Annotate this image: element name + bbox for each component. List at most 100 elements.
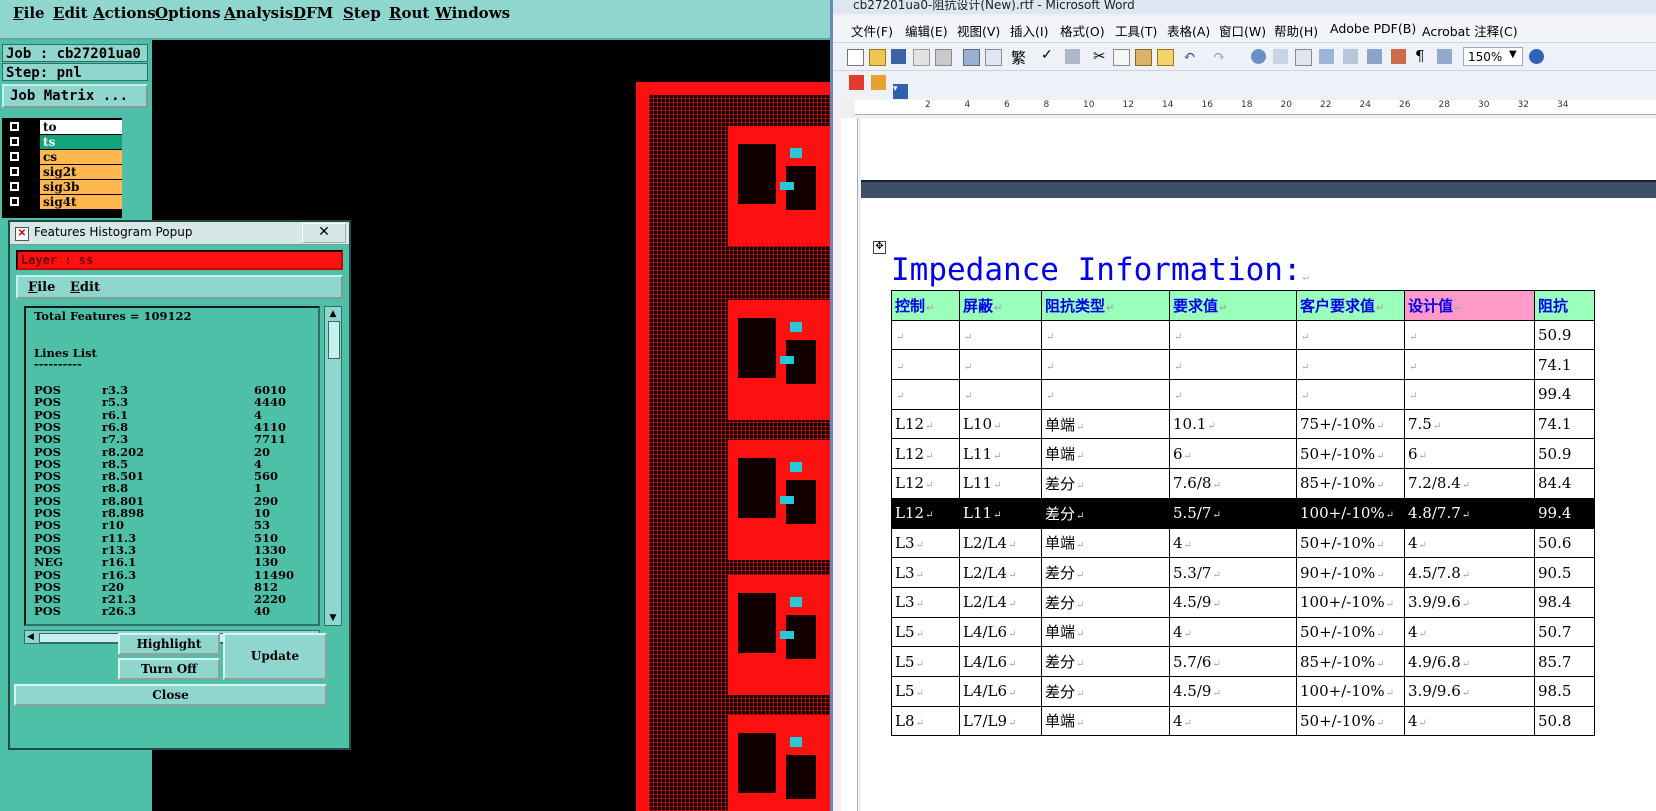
table-cell[interactable]: 50+/-10%↵: [1296, 705, 1405, 737]
scroll-thumb[interactable]: [328, 321, 340, 359]
table-row[interactable]: ↵ ↵ ↵ ↵ ↵ ↵ 50.9: [891, 319, 1595, 351]
turn-off-button[interactable]: Turn Off: [118, 658, 220, 680]
table-cell[interactable]: ↵: [1041, 379, 1170, 410]
table-cell[interactable]: 4.5/9↵: [1169, 675, 1297, 707]
popup-titlebar[interactable]: ✕ Features Histogram Popup ✕: [10, 222, 349, 245]
tables-borders-icon[interactable]: [1273, 49, 1288, 64]
word-titlebar[interactable]: cb27201ua0-阻抗设计(New).rtf - Microsoft Wor…: [833, 0, 1656, 14]
new-document-icon[interactable]: [847, 49, 864, 66]
table-row[interactable]: L3↵ L2/L4↵ 差分↵ 4.5/9↵ 100+/-10%↵ 3.9/9.6↵ 98.4: [891, 586, 1595, 618]
table-cell[interactable]: ↵: [959, 319, 1042, 351]
table-cell[interactable]: ↵: [1404, 379, 1535, 410]
spelling-icon[interactable]: ✓: [1041, 47, 1059, 63]
save-icon[interactable]: [891, 49, 906, 64]
scroll-up-icon[interactable]: ▲: [327, 309, 339, 319]
word-menu-view[interactable]: 视图(V): [957, 21, 1000, 40]
table-cell[interactable]: 差分↵: [1041, 557, 1170, 588]
table-cell[interactable]: 3.9/9.6↵: [1404, 586, 1535, 618]
update-button[interactable]: Update: [223, 633, 327, 680]
cam-menu-dfm[interactable]: DFM: [293, 4, 333, 22]
table-row[interactable]: L3↵ L2/L4↵ 单端↵ 4↵ 50+/-10%↵ 4↵ 50.6: [891, 527, 1595, 559]
table-row[interactable]: ↵ ↵ ↵ ↵ ↵ ↵ 74.1: [891, 349, 1595, 381]
table-row[interactable]: L12↵ L11↵ 差分↵ 5.5/7↵ 100+/-10%↵ 4.8/7.7↵ 99.4: [891, 497, 1595, 529]
scroll-down-icon[interactable]: ▼: [327, 613, 339, 623]
table-header-cell[interactable]: 设计值↵: [1404, 290, 1535, 321]
table-cell[interactable]: 98.5: [1534, 675, 1595, 707]
histogram-vertical-scrollbar[interactable]: ▲ ▼: [324, 306, 342, 626]
table-cell[interactable]: ↵: [1169, 319, 1297, 351]
table-row[interactable]: L12↵ L10↵ 单端↵ 10.1↵ 75+/-10%↵ 7.5↵ 74.1: [891, 408, 1595, 440]
table-row[interactable]: L3↵ L2/L4↵ 差分↵ 5.3/7↵ 90+/-10%↵ 4.5/7.8↵ 90.5: [891, 557, 1595, 588]
insert-table-icon[interactable]: [1295, 49, 1312, 66]
format-painter-icon[interactable]: [1157, 49, 1174, 66]
table-cell[interactable]: L7/L9↵: [959, 705, 1042, 737]
table-row[interactable]: L12↵ L11↵ 差分↵ 7.6/8↵ 85+/-10%↵ 7.2/8.4↵ 84.4: [891, 468, 1595, 499]
word-menu-insert[interactable]: 插入(I): [1010, 21, 1048, 40]
pdf-email-icon[interactable]: [871, 75, 886, 90]
histogram-row[interactable]: POS r10 53: [34, 519, 270, 531]
email-icon[interactable]: [935, 49, 952, 66]
word-menu-window[interactable]: 窗口(W): [1219, 21, 1266, 40]
table-cell[interactable]: L3↵: [891, 557, 960, 588]
traditional-chinese-icon[interactable]: 繁: [1011, 47, 1029, 67]
histogram-row[interactable]: POS r8.5 4: [34, 458, 262, 470]
table-cell[interactable]: ↵: [891, 319, 960, 351]
redo-icon[interactable]: ↷: [1213, 47, 1228, 65]
insert-excel-icon[interactable]: [1319, 49, 1334, 64]
table-cell[interactable]: 98.4: [1534, 586, 1595, 618]
table-cell[interactable]: ↵: [959, 349, 1042, 381]
table-cell[interactable]: 6↵: [1169, 438, 1297, 470]
histogram-row[interactable]: POS r16.3 11490: [34, 569, 294, 581]
layer-row[interactable]: cs: [2, 150, 122, 165]
histogram-row[interactable]: POS r21.3 2220: [34, 593, 286, 605]
table-row[interactable]: L12↵ L11↵ 单端↵ 6↵ 50+/-10%↵ 6↵ 50.9: [891, 438, 1595, 470]
table-cell[interactable]: L10↵: [959, 408, 1042, 440]
table-header-cell[interactable]: 客户要求值↵: [1296, 290, 1405, 321]
table-cell[interactable]: 单端↵: [1041, 705, 1170, 737]
table-header-cell[interactable]: 控制↵: [891, 290, 960, 321]
table-cell[interactable]: 84.4: [1534, 468, 1595, 499]
table-move-handle-icon[interactable]: ✥: [873, 241, 886, 254]
table-cell[interactable]: ↵: [959, 379, 1042, 410]
table-cell[interactable]: ↵: [1041, 349, 1170, 381]
table-cell[interactable]: 6↵: [1404, 438, 1535, 470]
table-cell[interactable]: L3↵: [891, 527, 960, 559]
table-cell[interactable]: 5.3/7↵: [1169, 557, 1297, 588]
table-cell[interactable]: L11↵: [959, 438, 1042, 470]
layer-row[interactable]: ts: [2, 135, 122, 150]
histogram-row[interactable]: POS r6.8 4110: [34, 421, 286, 433]
permission-icon[interactable]: [913, 49, 930, 66]
reading-icon[interactable]: [1437, 49, 1452, 64]
histogram-row[interactable]: POS r5.3 4440: [34, 396, 286, 408]
histogram-row[interactable]: NEG r16.1 130: [34, 556, 278, 568]
help-icon[interactable]: [1529, 49, 1544, 64]
document-map-icon[interactable]: [1391, 49, 1406, 64]
table-cell[interactable]: ↵: [1169, 379, 1297, 410]
table-cell[interactable]: 4↵: [1169, 616, 1297, 648]
table-cell[interactable]: L5↵: [891, 675, 960, 707]
table-cell[interactable]: 50.9: [1534, 319, 1595, 351]
research-icon[interactable]: [1065, 49, 1080, 64]
word-menu-table[interactable]: 表格(A): [1167, 21, 1210, 40]
histogram-row[interactable]: POS r8.898 10: [34, 507, 270, 519]
word-menu-file[interactable]: 文件(F): [851, 21, 893, 40]
histogram-row[interactable]: POS r6.1 4: [34, 409, 262, 421]
table-cell[interactable]: 85+/-10%↵: [1296, 646, 1405, 677]
layer-row[interactable]: sig2t: [2, 165, 122, 180]
table-header-cell[interactable]: 阻抗类型↵: [1041, 290, 1170, 321]
table-cell[interactable]: ↵: [1296, 379, 1405, 410]
histogram-text-area[interactable]: Total Features = 109122 Lines List -----…: [24, 306, 320, 626]
table-cell[interactable]: 74.1: [1534, 408, 1595, 440]
cam-menu-edit[interactable]: Edit: [53, 4, 88, 22]
table-cell[interactable]: 90+/-10%↵: [1296, 557, 1405, 588]
table-header-cell[interactable]: 阻抗: [1534, 290, 1595, 321]
popup-menu-file[interactable]: File: [28, 280, 55, 295]
table-cell[interactable]: ↵: [891, 379, 960, 410]
show-hide-icon[interactable]: ¶: [1415, 47, 1430, 65]
word-menu-edit[interactable]: 编辑(E): [905, 21, 948, 40]
table-cell[interactable]: 4.8/7.7↵: [1404, 497, 1535, 529]
print-preview-icon[interactable]: [985, 49, 1002, 66]
table-cell[interactable]: 7.6/8↵: [1169, 468, 1297, 499]
table-cell[interactable]: 单端↵: [1041, 527, 1170, 559]
cut-icon[interactable]: ✂: [1093, 47, 1108, 65]
